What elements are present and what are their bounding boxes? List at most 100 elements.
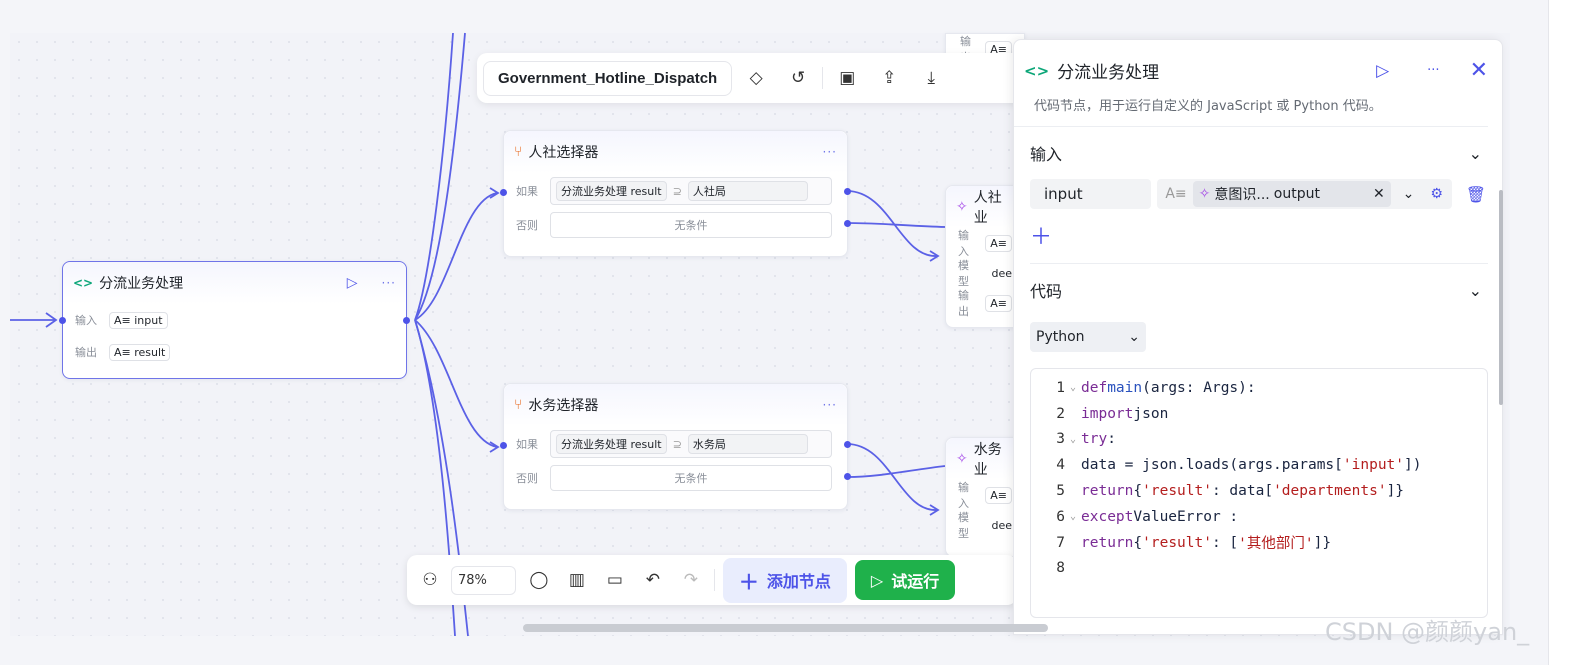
input-pill: A≡ input xyxy=(109,311,168,329)
panel-header: <> 分流业务处理 ▷ ··· ✕ xyxy=(1014,40,1502,83)
node-title: 人社选择器 xyxy=(528,145,599,161)
code-line: 8 xyxy=(1031,556,1487,582)
condition-operator: ⊇ xyxy=(672,184,682,198)
port-if-out[interactable] xyxy=(844,441,851,448)
minimap-icon[interactable]: ▥ xyxy=(562,570,592,590)
line-number: 8 xyxy=(1056,560,1065,577)
else-row: 否则 无条件 xyxy=(504,209,847,241)
close-icon[interactable]: ✕ xyxy=(1470,58,1488,83)
tag-icon[interactable]: ◇ xyxy=(738,68,774,88)
code-node-main[interactable]: <> 分流业务处理 ▷ ··· 输入 A≡ input 输出 A≡ result xyxy=(59,261,410,379)
fold-icon[interactable]: ⌄ xyxy=(1065,434,1081,445)
language-select[interactable]: Python ⌄ xyxy=(1030,322,1146,352)
text-type-icon: A≡ xyxy=(1165,186,1187,202)
no-condition: 无条件 xyxy=(550,212,832,238)
condition-box[interactable]: 分流业务处理 result ⊇ 人社局 xyxy=(550,177,832,205)
model-value: dee xyxy=(991,266,1012,280)
code-section-header[interactable]: 代码 ⌄ xyxy=(1014,264,1502,316)
section-title: 代码 xyxy=(1030,282,1063,301)
code-icon: <> xyxy=(1024,61,1050,80)
model-label: 模型 xyxy=(958,511,969,540)
line-number: 7 xyxy=(1056,534,1065,551)
layout-icon[interactable]: ⚇ xyxy=(417,570,443,590)
input-param-row: input A≡ ✧ 意图识... output ✕ ⌄ ⚙ 🗑 xyxy=(1014,179,1502,209)
output-label: 输出 xyxy=(958,289,969,318)
condition-value: 水务局 xyxy=(687,434,808,454)
port-else-out[interactable] xyxy=(844,473,851,480)
line-number: 6 xyxy=(1056,508,1065,525)
more-icon[interactable]: ··· xyxy=(823,145,837,159)
model-value: dee xyxy=(991,518,1012,532)
port-else-out[interactable] xyxy=(844,220,851,227)
fold-icon[interactable]: ⌄ xyxy=(1065,511,1081,522)
fold-icon[interactable]: ⌄ xyxy=(1065,382,1081,393)
history-icon[interactable]: ↺ xyxy=(780,68,816,88)
more-icon[interactable]: ··· xyxy=(823,398,837,412)
selector-node-hr[interactable]: ⑂ 人社选择器 ··· 如果 分流业务处理 result ⊇ 人社局 否则 无条… xyxy=(500,130,851,257)
add-param-row: ＋ xyxy=(1014,209,1502,251)
workflow-name[interactable]: Government_Hotline_Dispatch xyxy=(483,60,733,96)
vertical-scrollbar[interactable] xyxy=(1499,190,1503,405)
chevron-down-icon: ⌄ xyxy=(1128,329,1140,345)
port-if-out[interactable] xyxy=(844,188,851,195)
add-node-button[interactable]: ＋ 添加节点 xyxy=(722,557,847,603)
add-node-label: 添加节点 xyxy=(766,572,831,591)
chevron-down-icon[interactable]: ⌄ xyxy=(1403,186,1415,202)
if-row: 如果 分流业务处理 result ⊇ 水务局 xyxy=(504,426,847,462)
save-icon[interactable]: ▣ xyxy=(829,68,865,88)
more-icon[interactable]: ··· xyxy=(1427,63,1439,78)
test-run-button[interactable]: ▷ 试运行 xyxy=(854,560,956,600)
branch-icon: ⑂ xyxy=(514,144,523,160)
port-out[interactable] xyxy=(403,317,410,324)
sparkle-icon: ✧ xyxy=(956,199,968,215)
selector-node-water[interactable]: ⑂ 水务选择器 ··· 如果 分流业务处理 result ⊇ 水务局 否则 无条… xyxy=(500,383,851,510)
zoom-input[interactable]: 78% xyxy=(451,565,516,595)
right-edge-strip xyxy=(1548,0,1595,665)
add-param-plus-icon[interactable]: ＋ xyxy=(1030,225,1052,250)
code-line: 7 return {'result' : ['其他部门']} xyxy=(1031,530,1487,556)
comment-icon[interactable]: ▭ xyxy=(600,570,630,590)
upload-icon[interactable]: ⇪ xyxy=(871,68,907,88)
node-output-row: 输出 A≡ result xyxy=(63,336,406,368)
trash-icon[interactable]: 🗑 xyxy=(1466,185,1486,204)
mouse-icon[interactable]: ◯ xyxy=(524,570,554,590)
play-icon[interactable]: ▷ xyxy=(1376,61,1389,81)
sparkle-icon: ✧ xyxy=(956,451,968,467)
param-name-field[interactable]: input xyxy=(1030,179,1152,209)
port-in[interactable] xyxy=(500,442,507,449)
node-title: 分流业务处理 xyxy=(99,276,184,292)
port-in[interactable] xyxy=(59,317,66,324)
play-icon[interactable]: ▷ xyxy=(347,275,358,291)
redo-icon[interactable]: ↷ xyxy=(676,570,706,590)
line-number: 5 xyxy=(1056,483,1065,500)
gear-icon[interactable]: ⚙ xyxy=(1430,186,1443,202)
horizontal-scrollbar[interactable] xyxy=(523,624,1048,632)
download-icon[interactable]: ⤓ xyxy=(913,68,949,88)
code-editor[interactable]: 1 ⌄ def main (args: Args): 2 import json 3… xyxy=(1030,368,1488,618)
param-ref-field[interactable]: A≡ ✧ 意图识... output ✕ ⌄ ⚙ xyxy=(1157,179,1452,209)
condition-box[interactable]: 分流业务处理 result ⊇ 水务局 xyxy=(550,430,832,458)
code-line: 1 ⌄ def main (args: Args): xyxy=(1031,375,1487,401)
node-title: 水务选择器 xyxy=(528,398,599,414)
if-label: 如果 xyxy=(516,185,538,198)
if-label: 如果 xyxy=(516,438,538,451)
model-label: 模型 xyxy=(958,259,969,288)
input-label: 输入 xyxy=(958,229,969,258)
code-line: 4 data = json.loads(args.params['input']… xyxy=(1031,452,1487,478)
input-section-header[interactable]: 输入 ⌄ xyxy=(1014,127,1502,179)
plus-icon: ＋ xyxy=(738,569,759,594)
ref-field-name: output xyxy=(1273,186,1320,202)
node-config-panel: <> 分流业务处理 ▷ ··· ✕ 代码节点，用于运行自定义的 JavaScri… xyxy=(1013,39,1503,635)
port-in[interactable] xyxy=(500,189,507,196)
line-number: 4 xyxy=(1056,457,1065,474)
output-pill: A≡ result xyxy=(109,343,171,361)
panel-title[interactable]: 分流业务处理 xyxy=(1057,58,1159,83)
undo-icon[interactable]: ↶ xyxy=(638,570,668,590)
code-line: 3 ⌄ try : xyxy=(1031,427,1487,453)
more-icon[interactable]: ··· xyxy=(382,276,396,290)
close-icon[interactable]: ✕ xyxy=(1373,186,1385,202)
bottom-toolbar: ⚇ 78% ◯ ▥ ▭ ↶ ↷ ＋ 添加节点 ▷ 试运行 xyxy=(407,555,1017,605)
selector-header: ⑂ 水务选择器 ··· xyxy=(504,384,847,426)
input-pill: A≡ xyxy=(985,234,1012,252)
code-line: 2 import json xyxy=(1031,401,1487,427)
